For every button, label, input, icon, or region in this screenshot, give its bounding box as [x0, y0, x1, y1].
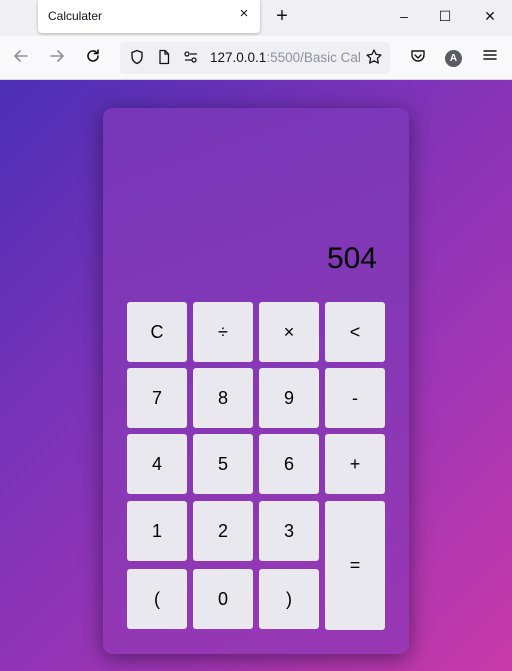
back-icon[interactable]: [10, 47, 32, 69]
tab-strip: Calculater × + – ☐ ✕: [0, 0, 512, 36]
five-button[interactable]: 5: [193, 434, 253, 494]
tab-close-icon[interactable]: ×: [236, 6, 252, 22]
window-close-icon[interactable]: ✕: [478, 4, 502, 28]
three-button[interactable]: 3: [259, 501, 319, 561]
nine-button[interactable]: 9: [259, 368, 319, 428]
browser-tab[interactable]: Calculater ×: [38, 0, 260, 33]
calculator: 504 C ÷ × < 7 8 9 - 4 5 6 + 1 2 3 = ( 0 …: [103, 108, 409, 654]
divide-button[interactable]: ÷: [193, 302, 253, 362]
forward-icon[interactable]: [46, 47, 68, 69]
clear-button[interactable]: C: [127, 302, 187, 362]
open-paren-button[interactable]: (: [127, 569, 187, 629]
tab-title: Calculater: [48, 9, 103, 23]
nav-toolbar: 127.0.0.1:5500/Basic Cal A: [0, 36, 512, 80]
two-button[interactable]: 2: [193, 501, 253, 561]
minimize-icon[interactable]: –: [392, 4, 416, 28]
equals-button[interactable]: =: [325, 501, 385, 630]
one-button[interactable]: 1: [127, 501, 187, 561]
maximize-icon[interactable]: ☐: [433, 4, 457, 28]
plus-button[interactable]: +: [325, 434, 385, 494]
six-button[interactable]: 6: [259, 434, 319, 494]
reload-icon[interactable]: [82, 47, 104, 69]
new-tab-icon[interactable]: +: [272, 6, 292, 26]
multiply-button[interactable]: ×: [259, 302, 319, 362]
url-text[interactable]: 127.0.0.1:5500/Basic Cal: [210, 50, 361, 65]
zero-button[interactable]: 0: [193, 569, 253, 629]
url-bar[interactable]: 127.0.0.1:5500/Basic Cal: [120, 42, 390, 74]
menu-icon[interactable]: [479, 47, 501, 69]
page-content: 504 C ÷ × < 7 8 9 - 4 5 6 + 1 2 3 = ( 0 …: [0, 80, 512, 671]
browser-window: Calculater × + – ☐ ✕ 127.0.0.1:5500/Basi…: [0, 0, 512, 671]
close-paren-button[interactable]: ): [259, 569, 319, 629]
calculator-display: 504: [326, 242, 377, 275]
permissions-icon[interactable]: [182, 49, 200, 67]
url-host: 127.0.0.1: [210, 50, 267, 65]
minus-button[interactable]: -: [325, 368, 385, 428]
bookmark-star-icon[interactable]: [364, 48, 384, 68]
page-info-icon[interactable]: [155, 49, 173, 67]
account-avatar[interactable]: A: [445, 50, 462, 67]
four-button[interactable]: 4: [127, 434, 187, 494]
backspace-button[interactable]: <: [325, 302, 385, 362]
shield-icon[interactable]: [128, 49, 146, 67]
url-path: :5500/Basic Cal: [266, 50, 361, 65]
eight-button[interactable]: 8: [193, 368, 253, 428]
pocket-icon[interactable]: [407, 47, 429, 69]
seven-button[interactable]: 7: [127, 368, 187, 428]
